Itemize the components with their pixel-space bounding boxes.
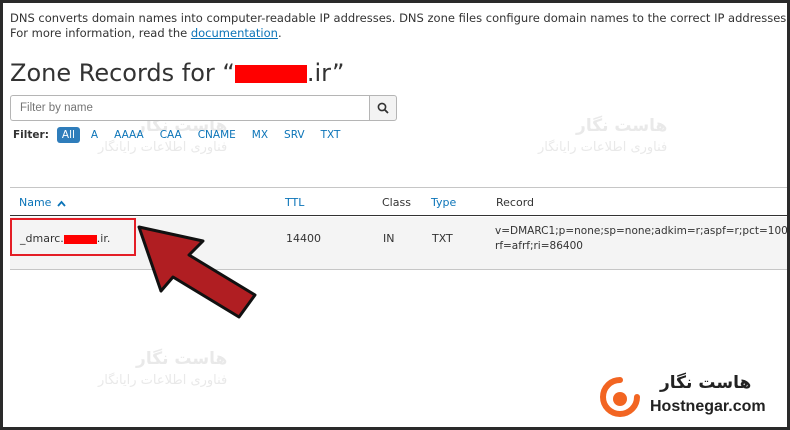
filter-caa[interactable]: CAA [155, 127, 187, 143]
redacted-domain [234, 65, 307, 83]
record-ttl: 14400 [286, 232, 321, 245]
record-class: IN [383, 232, 395, 245]
filter-txt[interactable]: TXT [316, 127, 346, 143]
filter-search-bar [10, 95, 397, 121]
table-row-border [10, 269, 787, 270]
watermark: هاست نگارفناوری اطلاعات رایانگار [98, 349, 228, 388]
table-header-border [10, 215, 787, 216]
record-type: TXT [432, 232, 453, 245]
page-title: Zone Records for “.ir” [10, 59, 345, 87]
dns-intro-text: DNS converts domain names into computer-… [10, 11, 790, 41]
filter-a[interactable]: A [86, 127, 103, 143]
table-top-border [10, 187, 787, 188]
filter-aaaa[interactable]: AAAA [109, 127, 149, 143]
filter-cname[interactable]: CNAME [193, 127, 241, 143]
column-header-name[interactable]: Name [19, 196, 66, 209]
record-value: v=DMARC1;p=none;sp=none;adkim=r;aspf=r;p… [495, 225, 790, 252]
documentation-link[interactable]: documentation [191, 26, 278, 40]
record-type-filter: Filter: All A AAAA CAA CNAME MX SRV TXT [13, 127, 351, 143]
hostnegar-brand: هاست نگار Hostnegar.com [598, 371, 787, 423]
filter-mx[interactable]: MX [247, 127, 273, 143]
highlight-box [10, 218, 136, 256]
screenshot-frame: هاست نگار فناوری اطلاعات رایانگار هاست نگ… [0, 0, 790, 430]
intro-line-1: DNS converts domain names into computer-… [10, 11, 790, 25]
filter-all[interactable]: All [56, 127, 80, 143]
filter-by-name-input[interactable] [10, 95, 369, 121]
search-button[interactable] [369, 95, 397, 121]
brand-name-fa: هاست نگار [660, 373, 752, 393]
filter-srv[interactable]: SRV [279, 127, 310, 143]
watermark: هاست نگارفناوری اطلاعات رایانگار [538, 116, 668, 155]
column-header-record: Record [496, 196, 535, 209]
hostnegar-logo-icon [600, 377, 640, 417]
column-header-ttl[interactable]: TTL [285, 196, 304, 209]
column-header-class: Class [382, 196, 411, 209]
sort-ascending-icon [57, 200, 66, 207]
column-header-type[interactable]: Type [431, 196, 456, 209]
brand-name-en: Hostnegar.com [650, 398, 766, 415]
pointer-arrow-icon [137, 225, 257, 319]
search-icon [377, 102, 389, 114]
intro-line-2: For more information, read the documenta… [10, 26, 282, 40]
filter-label: Filter: [13, 129, 49, 141]
